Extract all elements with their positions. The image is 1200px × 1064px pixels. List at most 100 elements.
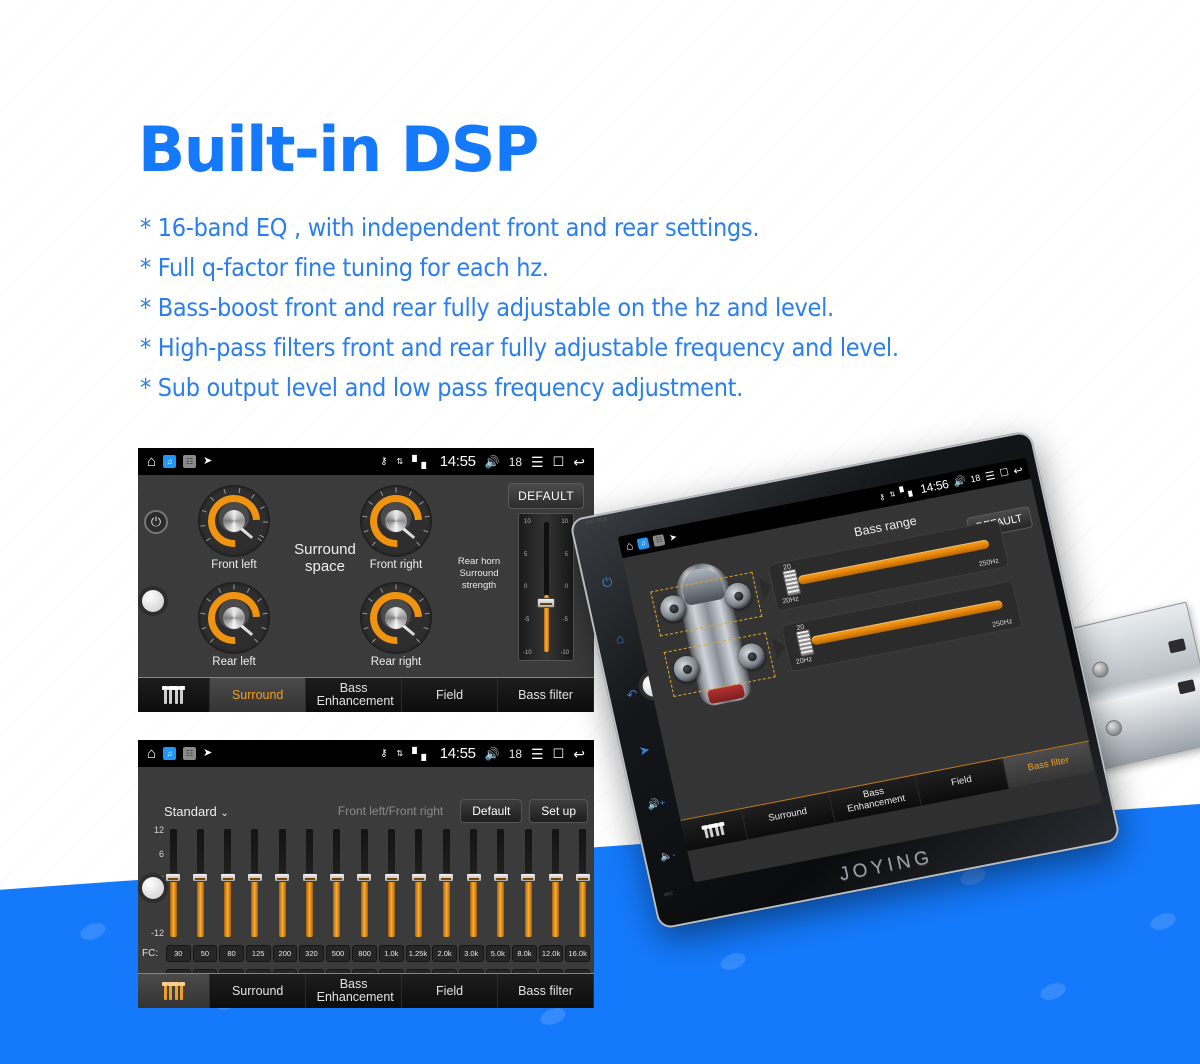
fc-cell[interactable]: 125	[245, 945, 271, 962]
home-icon[interactable]: ⌂	[614, 630, 625, 646]
back-icon[interactable]: ↶	[625, 686, 639, 704]
eq-fader-band-9[interactable]	[383, 829, 400, 937]
tab-field[interactable]: Field	[402, 974, 499, 1008]
fc-cell[interactable]: 12.0k	[538, 945, 564, 962]
menu-icon[interactable]: ☰	[531, 455, 544, 469]
tab-bar[interactable]: Surround Bass Enhancement Field Bass fil…	[138, 973, 594, 1008]
knob-front-right[interactable]: Front right	[359, 484, 433, 571]
fc-cell[interactable]: 200	[272, 945, 298, 962]
knob-rear-left[interactable]: Rear left	[197, 581, 271, 668]
fader-thumb[interactable]	[547, 873, 564, 882]
recents-icon[interactable]: ☐	[999, 467, 1010, 479]
rotary-knob-icon[interactable]	[142, 877, 164, 899]
fc-cell[interactable]: 30	[166, 945, 191, 962]
tab-bar[interactable]: Surround Bass Enhancement Field Bass fil…	[138, 677, 594, 712]
home-icon[interactable]: ⌂	[624, 538, 634, 553]
eq-fader-band-16[interactable]	[574, 829, 591, 937]
fc-cell[interactable]: 2.0k	[432, 945, 457, 962]
preset-selector[interactable]: Standard ⌄	[164, 804, 229, 819]
navigation-arrow-icon[interactable]: ➤	[638, 742, 652, 760]
setup-button[interactable]: Set up	[529, 799, 588, 823]
fader-thumb[interactable]	[246, 873, 263, 882]
tab-field[interactable]: Field	[402, 678, 499, 712]
fader-thumb[interactable]	[328, 873, 345, 882]
recents-icon[interactable]: ☐	[553, 747, 565, 760]
eq-fader-band-13[interactable]	[492, 829, 509, 937]
fc-cell[interactable]: 3.0k	[458, 945, 484, 962]
eq-fader-band-4[interactable]	[246, 829, 263, 937]
fader-thumb[interactable]	[492, 873, 509, 882]
tab-bass-enhancement[interactable]: Bass Enhancement	[306, 974, 403, 1008]
fader-thumb[interactable]	[383, 873, 400, 882]
recents-icon[interactable]: ☐	[553, 455, 565, 468]
fader-thumb[interactable]	[356, 873, 373, 882]
knob-dial[interactable]	[197, 484, 271, 558]
eq-fader-band-12[interactable]	[465, 829, 482, 937]
tab-surround[interactable]: Surround	[741, 792, 836, 840]
knob-dial[interactable]	[359, 581, 433, 655]
fader-thumb[interactable]	[192, 873, 209, 882]
fc-cell[interactable]: 5.0k	[485, 945, 511, 962]
eq-fader-band-15[interactable]	[547, 829, 564, 937]
back-icon[interactable]: ↩	[573, 455, 585, 469]
tab-bass-enhancement[interactable]: Bass Enhancement	[828, 775, 923, 823]
power-icon[interactable]: ⏻	[144, 510, 168, 534]
rotary-knob-icon[interactable]	[142, 590, 164, 612]
slider-handle[interactable]	[795, 628, 815, 657]
default-button[interactable]: DEFAULT	[508, 483, 584, 509]
eq-fader-band-3[interactable]	[219, 829, 236, 937]
home-icon[interactable]: ⌂	[147, 746, 156, 761]
back-icon[interactable]: ↩	[573, 747, 585, 761]
knob-rear-right[interactable]: Rear right	[359, 581, 433, 668]
knob-front-left[interactable]: Front left	[197, 484, 271, 571]
fc-cell[interactable]: 50	[192, 945, 218, 962]
fader-thumb[interactable]	[274, 873, 291, 882]
rear-horn-strength-slider[interactable]: 10 10 5 5 0 0 -5 -5 -10 -10	[518, 513, 574, 661]
volume-down-icon[interactable]: 🔈-	[659, 850, 677, 864]
tab-surround[interactable]: Surround	[210, 974, 307, 1008]
home-icon[interactable]: ⌂	[147, 454, 156, 469]
eq-fader-band-10[interactable]	[410, 829, 427, 937]
tab-bass-filter[interactable]: Bass filter	[498, 678, 594, 712]
tab-equalizer[interactable]	[138, 974, 211, 1008]
default-button[interactable]: Default	[460, 799, 523, 823]
fader-thumb[interactable]	[465, 873, 482, 882]
fader-thumb[interactable]	[410, 873, 427, 882]
fader-thumb[interactable]	[520, 873, 537, 882]
eq-fader-band-14[interactable]	[520, 829, 537, 937]
tab-equalizer[interactable]	[138, 678, 211, 712]
menu-icon[interactable]: ☰	[531, 747, 544, 761]
fc-cell[interactable]: 800	[352, 945, 377, 962]
eq-fader-band-5[interactable]	[274, 829, 291, 937]
tab-equalizer[interactable]	[680, 809, 749, 852]
eq-fader-row[interactable]	[165, 829, 591, 937]
eq-fader-band-8[interactable]	[356, 829, 373, 937]
fader-thumb[interactable]	[165, 873, 181, 882]
knob-dial[interactable]	[197, 581, 271, 655]
volume-up-icon[interactable]: 🔊+	[646, 798, 666, 812]
fc-cell[interactable]: 8.0k	[512, 945, 537, 962]
tab-field[interactable]: Field	[915, 758, 1009, 806]
eq-fader-band-6[interactable]	[301, 829, 318, 937]
power-icon[interactable]: ⏻	[600, 574, 614, 592]
fc-cell[interactable]: 1.25k	[405, 945, 431, 962]
fc-cell[interactable]: 80	[219, 945, 244, 962]
fc-cell[interactable]: 500	[325, 945, 351, 962]
fader-thumb[interactable]	[301, 873, 318, 882]
eq-fader-band-7[interactable]	[328, 829, 345, 937]
fc-cell[interactable]: 16.0k	[565, 945, 590, 962]
slider-thumb[interactable]	[537, 598, 555, 608]
fader-thumb[interactable]	[219, 873, 236, 882]
knob-dial[interactable]	[359, 484, 433, 558]
slider-handle[interactable]	[781, 568, 802, 597]
fader-thumb[interactable]	[438, 873, 455, 882]
eq-fader-band-2[interactable]	[192, 829, 209, 937]
tab-bass-filter[interactable]: Bass filter	[498, 974, 594, 1008]
back-icon[interactable]: ↩	[1012, 463, 1024, 477]
eq-fader-band-1[interactable]	[165, 829, 181, 937]
fc-cell[interactable]: 1.0k	[379, 945, 404, 962]
tab-bass-enhancement[interactable]: Bass Enhancement	[306, 678, 403, 712]
fader-thumb[interactable]	[574, 873, 591, 882]
tab-bass-filter[interactable]: Bass filter	[1002, 741, 1096, 789]
fc-cell[interactable]: 320	[299, 945, 324, 962]
